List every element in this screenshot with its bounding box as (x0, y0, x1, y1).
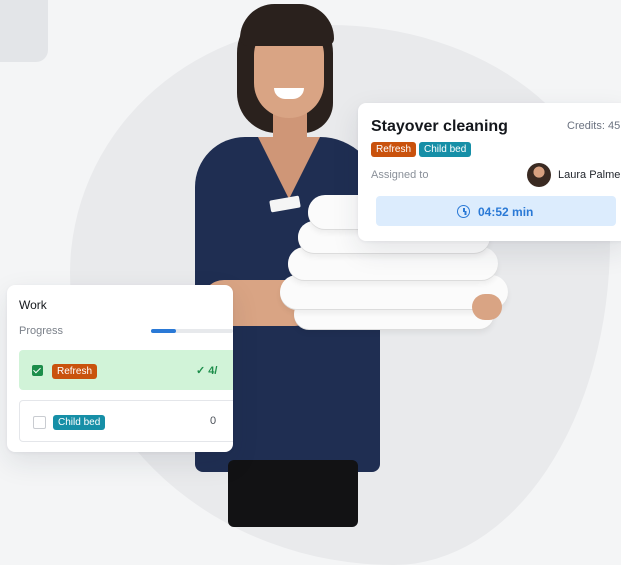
avatar (527, 163, 551, 187)
checkbox-empty-icon[interactable] (33, 416, 46, 429)
work-row-child-bed[interactable]: Child bed 0 (19, 400, 233, 442)
tag-refresh: Refresh (52, 364, 98, 379)
work-card: Work Progress Refresh ✓ 4/ Child bed 0 (7, 285, 233, 452)
corner-tile (0, 0, 48, 62)
timer-bar[interactable]: 04:52 min (376, 196, 616, 226)
checkbox-checked-icon[interactable] (32, 365, 43, 376)
assigned-to-label: Assigned to (371, 169, 429, 181)
assignee-name: Laura Palmer (558, 169, 621, 181)
work-row-refresh[interactable]: Refresh ✓ 4/ (19, 350, 233, 390)
tag-child-bed: Child bed (53, 415, 106, 430)
tag-refresh: Refresh (371, 142, 417, 157)
progress-label: Progress (19, 325, 64, 337)
progress-bar (151, 329, 233, 333)
tag-child-bed: Child bed (419, 142, 472, 157)
work-title: Work (19, 298, 47, 312)
progress-fill (151, 329, 176, 333)
row-count: 0 (210, 415, 217, 427)
credits-label: Credits: 45 (567, 120, 621, 132)
clock-icon (457, 205, 470, 218)
task-card[interactable]: Stayover cleaning Credits: 45 Refresh Ch… (358, 103, 621, 241)
row-count: ✓ 4/ (196, 365, 218, 377)
task-title: Stayover cleaning (371, 118, 508, 135)
timer-value: 04:52 min (478, 205, 534, 219)
